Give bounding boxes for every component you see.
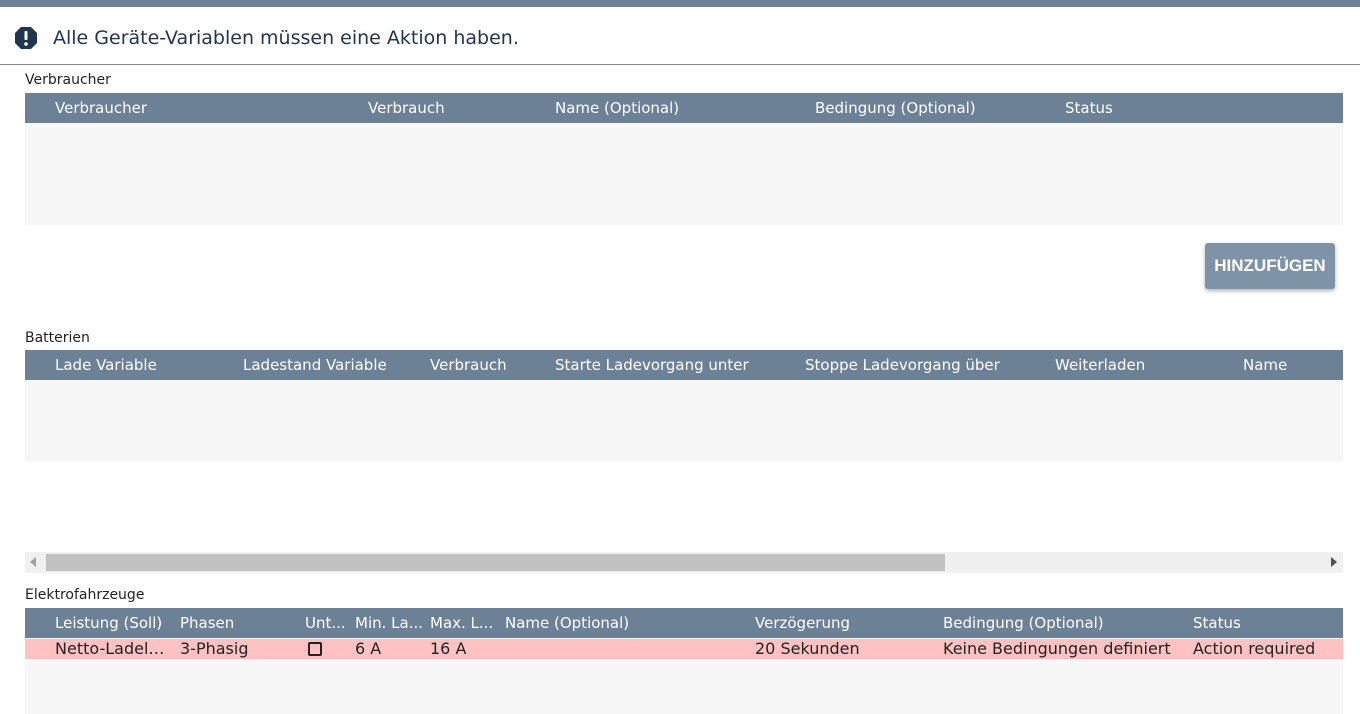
- elektrofahrzeuge-table-header: Leistung (Soll) Phasen Unt... Min. La...…: [25, 608, 1343, 638]
- verbraucher-table-body: [25, 123, 1343, 225]
- column-header-leistung[interactable]: Leistung (Soll): [55, 614, 162, 632]
- column-header-verbrauch[interactable]: Verbrauch: [368, 99, 445, 117]
- column-header-weiterladen[interactable]: Weiterladen: [1055, 356, 1145, 374]
- column-header-min-ladestrom[interactable]: Min. La...: [355, 614, 423, 632]
- add-button[interactable]: HINZUFÜGEN: [1205, 243, 1335, 289]
- cell-bedingung: Keine Bedingungen definiert: [943, 639, 1171, 658]
- unterbrechung-checkbox[interactable]: [308, 642, 322, 656]
- cell-max-ladestrom: 16 A: [430, 639, 467, 658]
- column-header-verbraucher[interactable]: Verbraucher: [55, 99, 147, 117]
- section-label-elektrofahrzeuge: Elektrofahrzeuge: [25, 587, 145, 603]
- column-header-name[interactable]: Name (Optional): [555, 99, 679, 117]
- cell-phasen: 3-Phasig: [180, 639, 249, 658]
- column-header-phasen[interactable]: Phasen: [180, 614, 234, 632]
- column-header-lade-variable[interactable]: Lade Variable: [55, 356, 157, 374]
- column-header-verzoegerung[interactable]: Verzögerung: [755, 614, 850, 632]
- column-header-name[interactable]: Name (Optional): [505, 614, 629, 632]
- column-header-ladestand-variable[interactable]: Ladestand Variable: [243, 356, 387, 374]
- top-accent-bar: [0, 0, 1360, 7]
- scroll-left-icon[interactable]: [30, 557, 36, 567]
- column-header-bedingung[interactable]: Bedingung (Optional): [943, 614, 1104, 632]
- cell-leistung: Netto-Ladele...: [55, 639, 173, 658]
- table-row[interactable]: Netto-Ladele... 3-Phasig 6 A 16 A 20 Sek…: [25, 639, 1343, 659]
- batterien-table-body: [25, 380, 1343, 462]
- cell-status: Action required: [1193, 639, 1316, 658]
- scroll-right-icon[interactable]: [1331, 557, 1337, 567]
- horizontal-scrollbar[interactable]: [25, 552, 1343, 573]
- exclamation-octagon-icon: [15, 27, 37, 49]
- alert-message: Alle Geräte-Variablen müssen eine Aktion…: [53, 27, 519, 49]
- cell-min-ladestrom: 6 A: [355, 639, 382, 658]
- column-header-name[interactable]: Name: [1243, 356, 1287, 374]
- batterien-table-header: Lade Variable Ladestand Variable Verbrau…: [25, 350, 1343, 380]
- section-label-batterien: Batterien: [25, 330, 90, 346]
- column-header-unterbrechung[interactable]: Unt...: [305, 614, 346, 632]
- column-header-status[interactable]: Status: [1065, 99, 1113, 117]
- column-header-max-ladestrom[interactable]: Max. L...: [430, 614, 493, 632]
- cell-verzoegerung: 20 Sekunden: [755, 639, 860, 658]
- section-label-verbraucher: Verbraucher: [25, 72, 111, 88]
- scrollbar-thumb[interactable]: [46, 554, 945, 571]
- column-header-stoppe-ladevorgang[interactable]: Stoppe Ladevorgang über: [805, 356, 1000, 374]
- column-header-status[interactable]: Status: [1193, 614, 1241, 632]
- alert-banner: Alle Geräte-Variablen müssen eine Aktion…: [0, 7, 1360, 65]
- column-header-verbrauch[interactable]: Verbrauch: [430, 356, 507, 374]
- column-header-bedingung[interactable]: Bedingung (Optional): [815, 99, 976, 117]
- verbraucher-table-header: Verbraucher Verbrauch Name (Optional) Be…: [25, 93, 1343, 123]
- column-header-starte-ladevorgang[interactable]: Starte Ladevorgang unter: [555, 356, 749, 374]
